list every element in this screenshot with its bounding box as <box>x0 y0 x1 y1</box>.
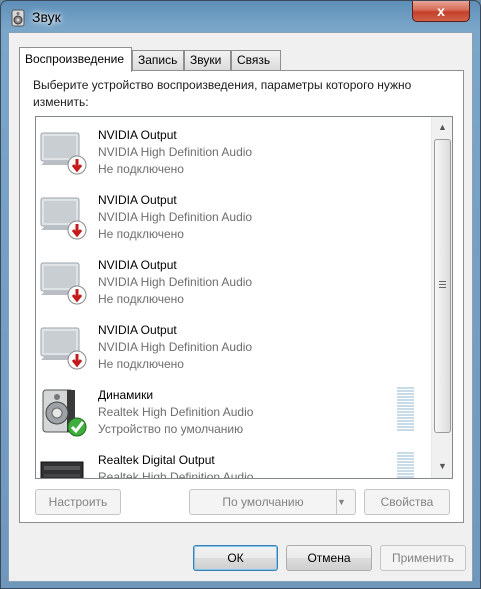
chevron-down-icon[interactable]: ▼ <box>336 490 356 514</box>
device-name: NVIDIA Output <box>98 193 177 207</box>
device-status: Устройство по умолчанию <box>98 422 244 436</box>
device-item[interactable]: NVIDIA Output NVIDIA High Definition Aud… <box>36 117 431 182</box>
device-item[interactable]: NVIDIA Output NVIDIA High Definition Aud… <box>36 247 431 312</box>
volume-meter <box>397 452 414 478</box>
playback-panel: Выберите устройство воспроизведения, пар… <box>19 70 464 523</box>
device-status: Не подключено <box>98 162 184 176</box>
device-name: NVIDIA Output <box>98 258 177 272</box>
dialog-client: Воспроизведение Запись Звуки Связь Выбер… <box>8 32 473 582</box>
device-driver: NVIDIA High Definition Audio <box>98 340 253 354</box>
device-item[interactable]: Динамики Realtek High Definition Audio У… <box>36 377 431 442</box>
device-status: Не подключено <box>98 292 184 306</box>
apply-button[interactable]: Применить <box>380 545 466 571</box>
monitor-disconnected-icon <box>40 327 87 370</box>
monitor-disconnected-icon <box>40 132 87 175</box>
instruction-text: Выберите устройство воспроизведения, пар… <box>33 78 412 109</box>
device-item[interactable]: NVIDIA Output NVIDIA High Definition Aud… <box>36 182 431 247</box>
monitor-disconnected-icon <box>40 262 87 305</box>
device-driver: Realtek High Definition Audio <box>98 405 254 419</box>
scroll-thumb[interactable] <box>434 139 451 433</box>
close-icon: x <box>437 3 445 19</box>
set-default-button[interactable]: По умолчанию ▼ <box>189 489 356 515</box>
device-list[interactable]: NVIDIA Output NVIDIA High Definition Aud… <box>35 116 453 479</box>
digital-output-icon <box>40 461 84 478</box>
cancel-button[interactable]: Отмена <box>286 545 372 571</box>
monitor-disconnected-icon <box>40 197 87 240</box>
device-list-scrollbar[interactable]: ▲ ▼ <box>431 117 452 478</box>
speaker-icon <box>11 9 25 27</box>
grip-icon <box>439 281 446 290</box>
device-name: NVIDIA Output <box>98 323 177 337</box>
device-driver: NVIDIA High Definition Audio <box>98 275 253 289</box>
properties-button[interactable]: Свойства <box>364 489 450 515</box>
device-status: Не подключено <box>98 357 184 371</box>
device-driver: NVIDIA High Definition Audio <box>98 145 253 159</box>
device-name: Realtek Digital Output <box>98 453 215 467</box>
scroll-up-icon[interactable]: ▲ <box>434 119 451 136</box>
window-title: Звук <box>32 9 61 25</box>
volume-meter <box>397 387 414 433</box>
configure-button[interactable]: Настроить <box>35 489 121 515</box>
device-item[interactable]: NVIDIA Output NVIDIA High Definition Aud… <box>36 312 431 377</box>
sound-dialog: Звук x Воспроизведение Запись Звуки Связ… <box>0 0 481 589</box>
device-driver: NVIDIA High Definition Audio <box>98 210 253 224</box>
speaker-default-icon <box>42 389 87 437</box>
tab-sounds[interactable]: Звуки <box>184 50 231 70</box>
device-name: Динамики <box>98 388 154 402</box>
tab-playback[interactable]: Воспроизведение <box>19 47 132 72</box>
scroll-down-icon[interactable]: ▼ <box>434 458 451 475</box>
title-bar[interactable]: Звук x <box>1 1 480 33</box>
device-name: NVIDIA Output <box>98 128 177 142</box>
ok-button[interactable]: ОК <box>193 545 278 571</box>
close-button[interactable]: x <box>412 1 470 22</box>
device-driver: Realtek High Definition Audio <box>98 470 254 479</box>
tab-recording[interactable]: Запись <box>132 50 184 70</box>
device-item[interactable]: Realtek Digital Output Realtek High Defi… <box>36 442 431 479</box>
tab-communications[interactable]: Связь <box>231 50 281 70</box>
device-status: Не подключено <box>98 227 184 241</box>
